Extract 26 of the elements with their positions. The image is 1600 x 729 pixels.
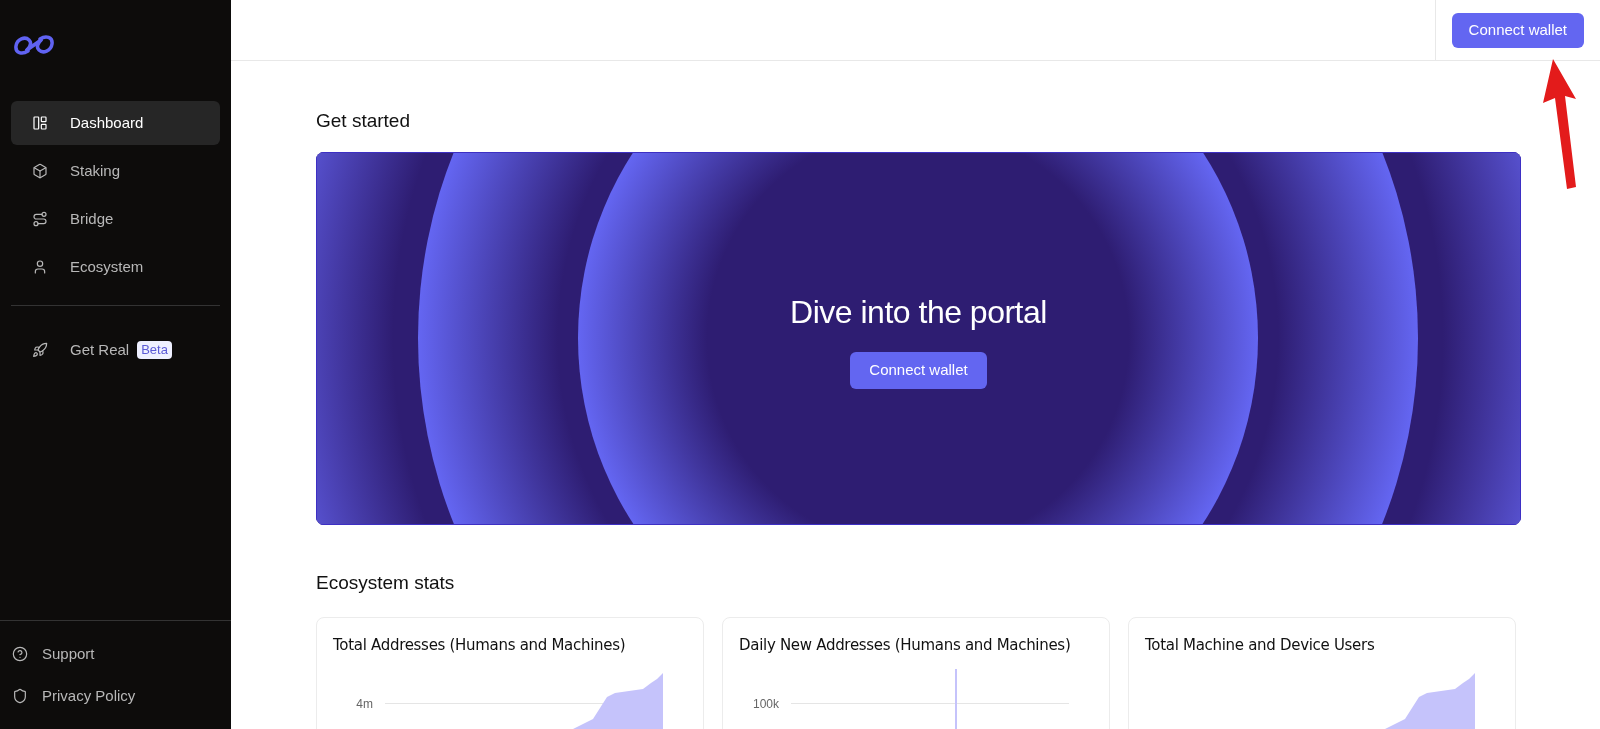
card-title: Total Addresses (Humans and Machines) [333,635,627,656]
connect-wallet-button[interactable]: Connect wallet [850,351,987,389]
card-title: Total Machine and Device Users [1145,635,1376,656]
axis-label: 4m [355,695,373,713]
connect-wallet-button[interactable]: Connect wallet [1451,12,1584,48]
user-icon [32,259,48,275]
sidebar-item[interactable]: Staking [11,149,220,193]
sidebar-item[interactable]: Dashboard [11,101,220,145]
help-icon [12,646,28,662]
sidebar-item[interactable]: Get Real Beta [11,328,220,372]
footer-link[interactable]: Privacy Policy [0,675,231,717]
section-heading: Get started [316,109,411,133]
rocket-icon [32,342,48,358]
axis-label: 100k [751,695,779,713]
sidebar-item[interactable]: Ecosystem [11,245,220,289]
footer-link[interactable]: Support [0,633,231,675]
layout-icon [32,115,48,131]
sidebar-item[interactable]: Bridge [11,197,220,241]
card-title: Daily New Addresses (Humans and Machines) [739,635,1072,656]
route-icon [32,211,48,227]
beta-badge: Beta [137,341,172,359]
section-heading: Ecosystem stats [316,570,456,595]
shield-icon [12,688,28,704]
cube-icon [32,163,48,179]
logo-icon [13,33,55,56]
banner-title: Dive into the portal [790,292,1047,332]
